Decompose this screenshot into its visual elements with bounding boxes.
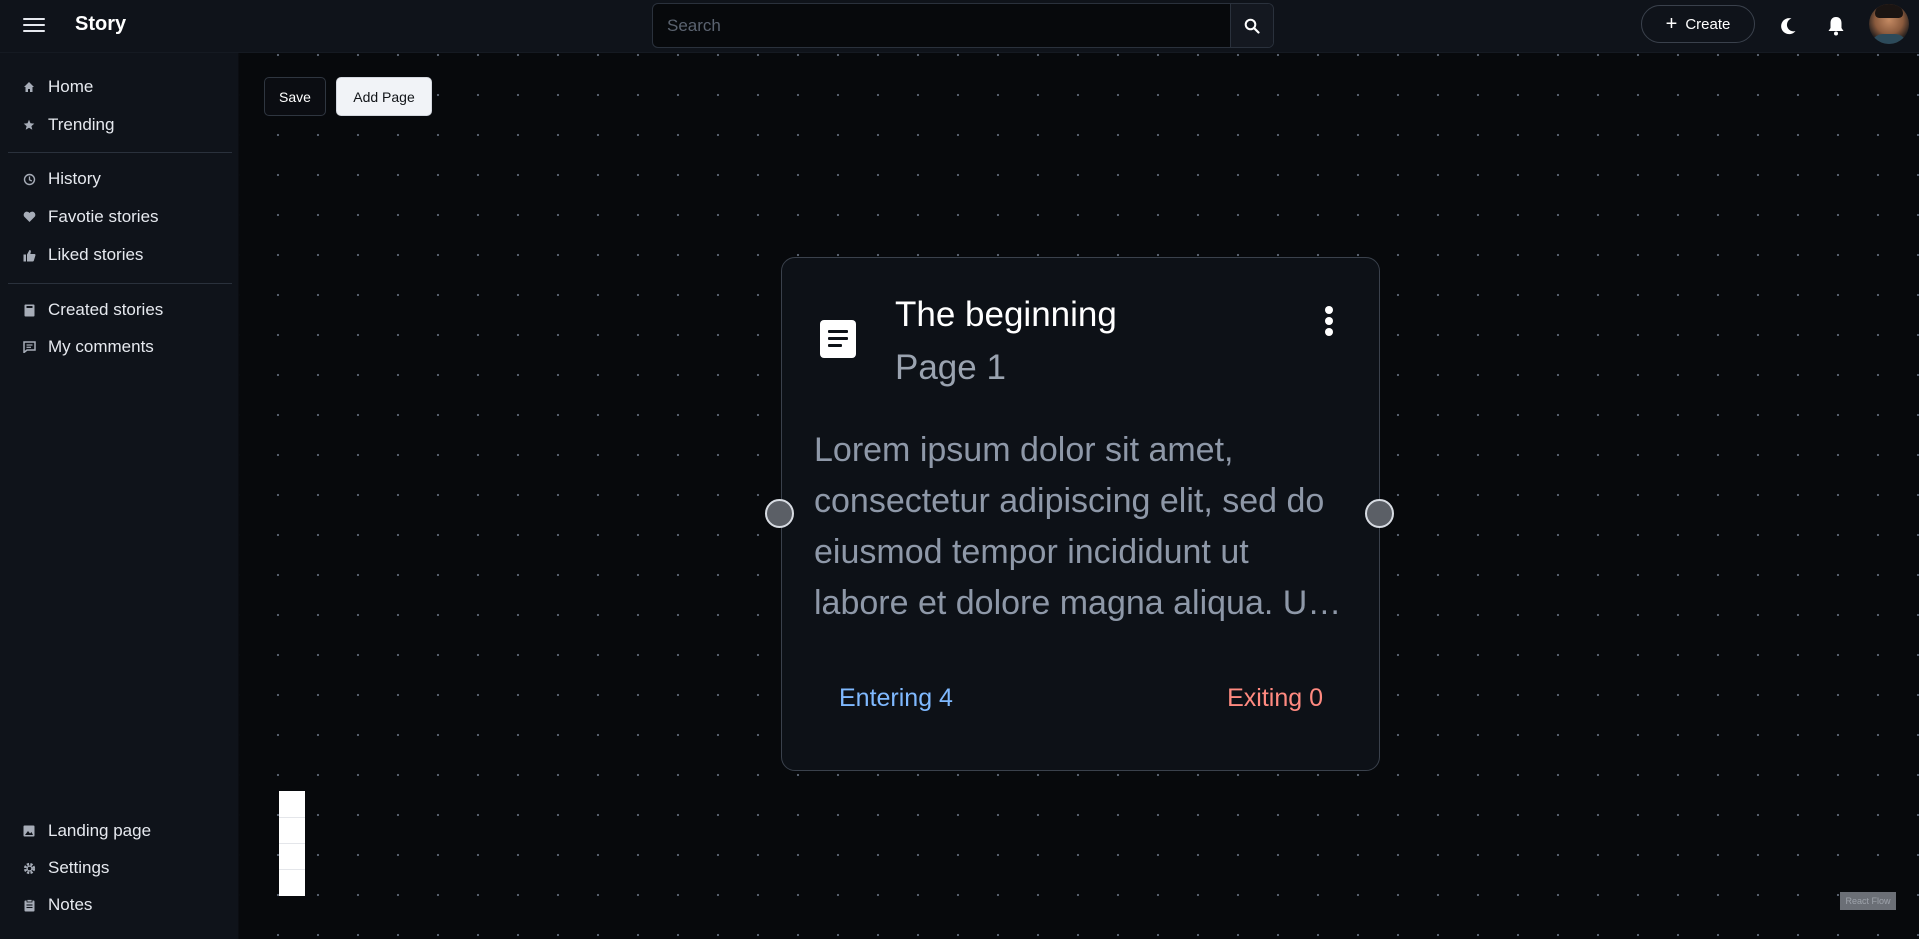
notifications-button[interactable] bbox=[1824, 14, 1848, 38]
search-button[interactable] bbox=[1230, 4, 1273, 47]
more-options-icon[interactable] bbox=[1322, 306, 1336, 344]
star-icon bbox=[22, 118, 36, 132]
create-label: Create bbox=[1685, 15, 1731, 33]
sidebar-item-label: Created stories bbox=[48, 300, 164, 319]
image-icon bbox=[22, 824, 36, 838]
heart-icon bbox=[22, 210, 36, 224]
sidebar: Home Trending History Favotie stories Li… bbox=[0, 53, 238, 939]
sidebar-item-trending[interactable]: Trending bbox=[22, 110, 114, 140]
comment-icon bbox=[22, 340, 36, 354]
sidebar-item-landing-page[interactable]: Landing page bbox=[22, 816, 151, 846]
sidebar-divider bbox=[8, 152, 232, 153]
sidebar-item-notes[interactable]: Notes bbox=[22, 890, 92, 920]
node-output-handle[interactable] bbox=[1365, 499, 1394, 528]
node-body-text: Lorem ipsum dolor sit amet, consectetur … bbox=[814, 431, 1325, 622]
moon-icon bbox=[1781, 18, 1796, 35]
dark-mode-toggle[interactable] bbox=[1776, 14, 1800, 38]
create-button[interactable]: + Create bbox=[1641, 5, 1755, 43]
node-title: The beginning bbox=[895, 295, 1117, 334]
plus-icon: + bbox=[1665, 13, 1678, 35]
add-page-button[interactable]: Add Page bbox=[336, 77, 432, 116]
app-brand[interactable]: Story bbox=[75, 13, 126, 36]
sidebar-item-label: Trending bbox=[48, 115, 115, 134]
sidebar-item-label: Settings bbox=[48, 858, 110, 877]
node-subtitle: Page 1 bbox=[895, 348, 1006, 387]
avatar[interactable] bbox=[1869, 4, 1909, 44]
bell-icon bbox=[1828, 17, 1844, 36]
sidebar-item-label: Liked stories bbox=[48, 245, 144, 264]
sidebar-item-liked-stories[interactable]: Liked stories bbox=[22, 240, 143, 270]
sidebar-divider bbox=[8, 283, 232, 284]
attribution-link[interactable]: React Flow bbox=[1840, 892, 1896, 910]
sidebar-item-my-comments[interactable]: My comments bbox=[22, 332, 154, 362]
exiting-count: Exiting 0 bbox=[1227, 684, 1323, 712]
top-bar: Story + Create bbox=[0, 0, 1919, 53]
save-button[interactable]: Save bbox=[264, 77, 326, 116]
sidebar-item-label: Favotie stories bbox=[48, 207, 159, 226]
sidebar-item-favorite-stories[interactable]: Favotie stories bbox=[22, 202, 159, 232]
search-input[interactable] bbox=[653, 4, 1231, 47]
thumbs-up-icon bbox=[22, 248, 36, 262]
entering-count: Entering 4 bbox=[839, 684, 953, 712]
sidebar-item-created-stories[interactable]: Created stories bbox=[22, 295, 163, 325]
sidebar-item-label: Notes bbox=[48, 895, 93, 914]
sidebar-item-label: My comments bbox=[48, 337, 154, 356]
book-icon bbox=[22, 303, 36, 317]
page-node[interactable]: The beginning Page 1 Lorem ipsum dolor s… bbox=[781, 257, 1380, 771]
sidebar-item-settings[interactable]: Settings bbox=[22, 853, 109, 883]
document-icon bbox=[820, 320, 856, 358]
sidebar-item-label: Home bbox=[48, 77, 94, 96]
sidebar-item-label: Landing page bbox=[48, 821, 152, 840]
menu-icon[interactable] bbox=[23, 15, 45, 37]
home-icon bbox=[22, 80, 36, 94]
sidebar-item-home[interactable]: Home bbox=[22, 72, 93, 102]
history-icon bbox=[22, 172, 36, 186]
sidebar-item-label: History bbox=[48, 169, 101, 188]
search-bar bbox=[652, 3, 1274, 48]
flow-controls[interactable] bbox=[279, 791, 305, 896]
gear-icon bbox=[22, 861, 36, 875]
clipboard-icon bbox=[22, 898, 36, 912]
search-icon bbox=[1244, 18, 1260, 34]
sidebar-item-history[interactable]: History bbox=[22, 164, 101, 194]
node-input-handle[interactable] bbox=[765, 499, 794, 528]
